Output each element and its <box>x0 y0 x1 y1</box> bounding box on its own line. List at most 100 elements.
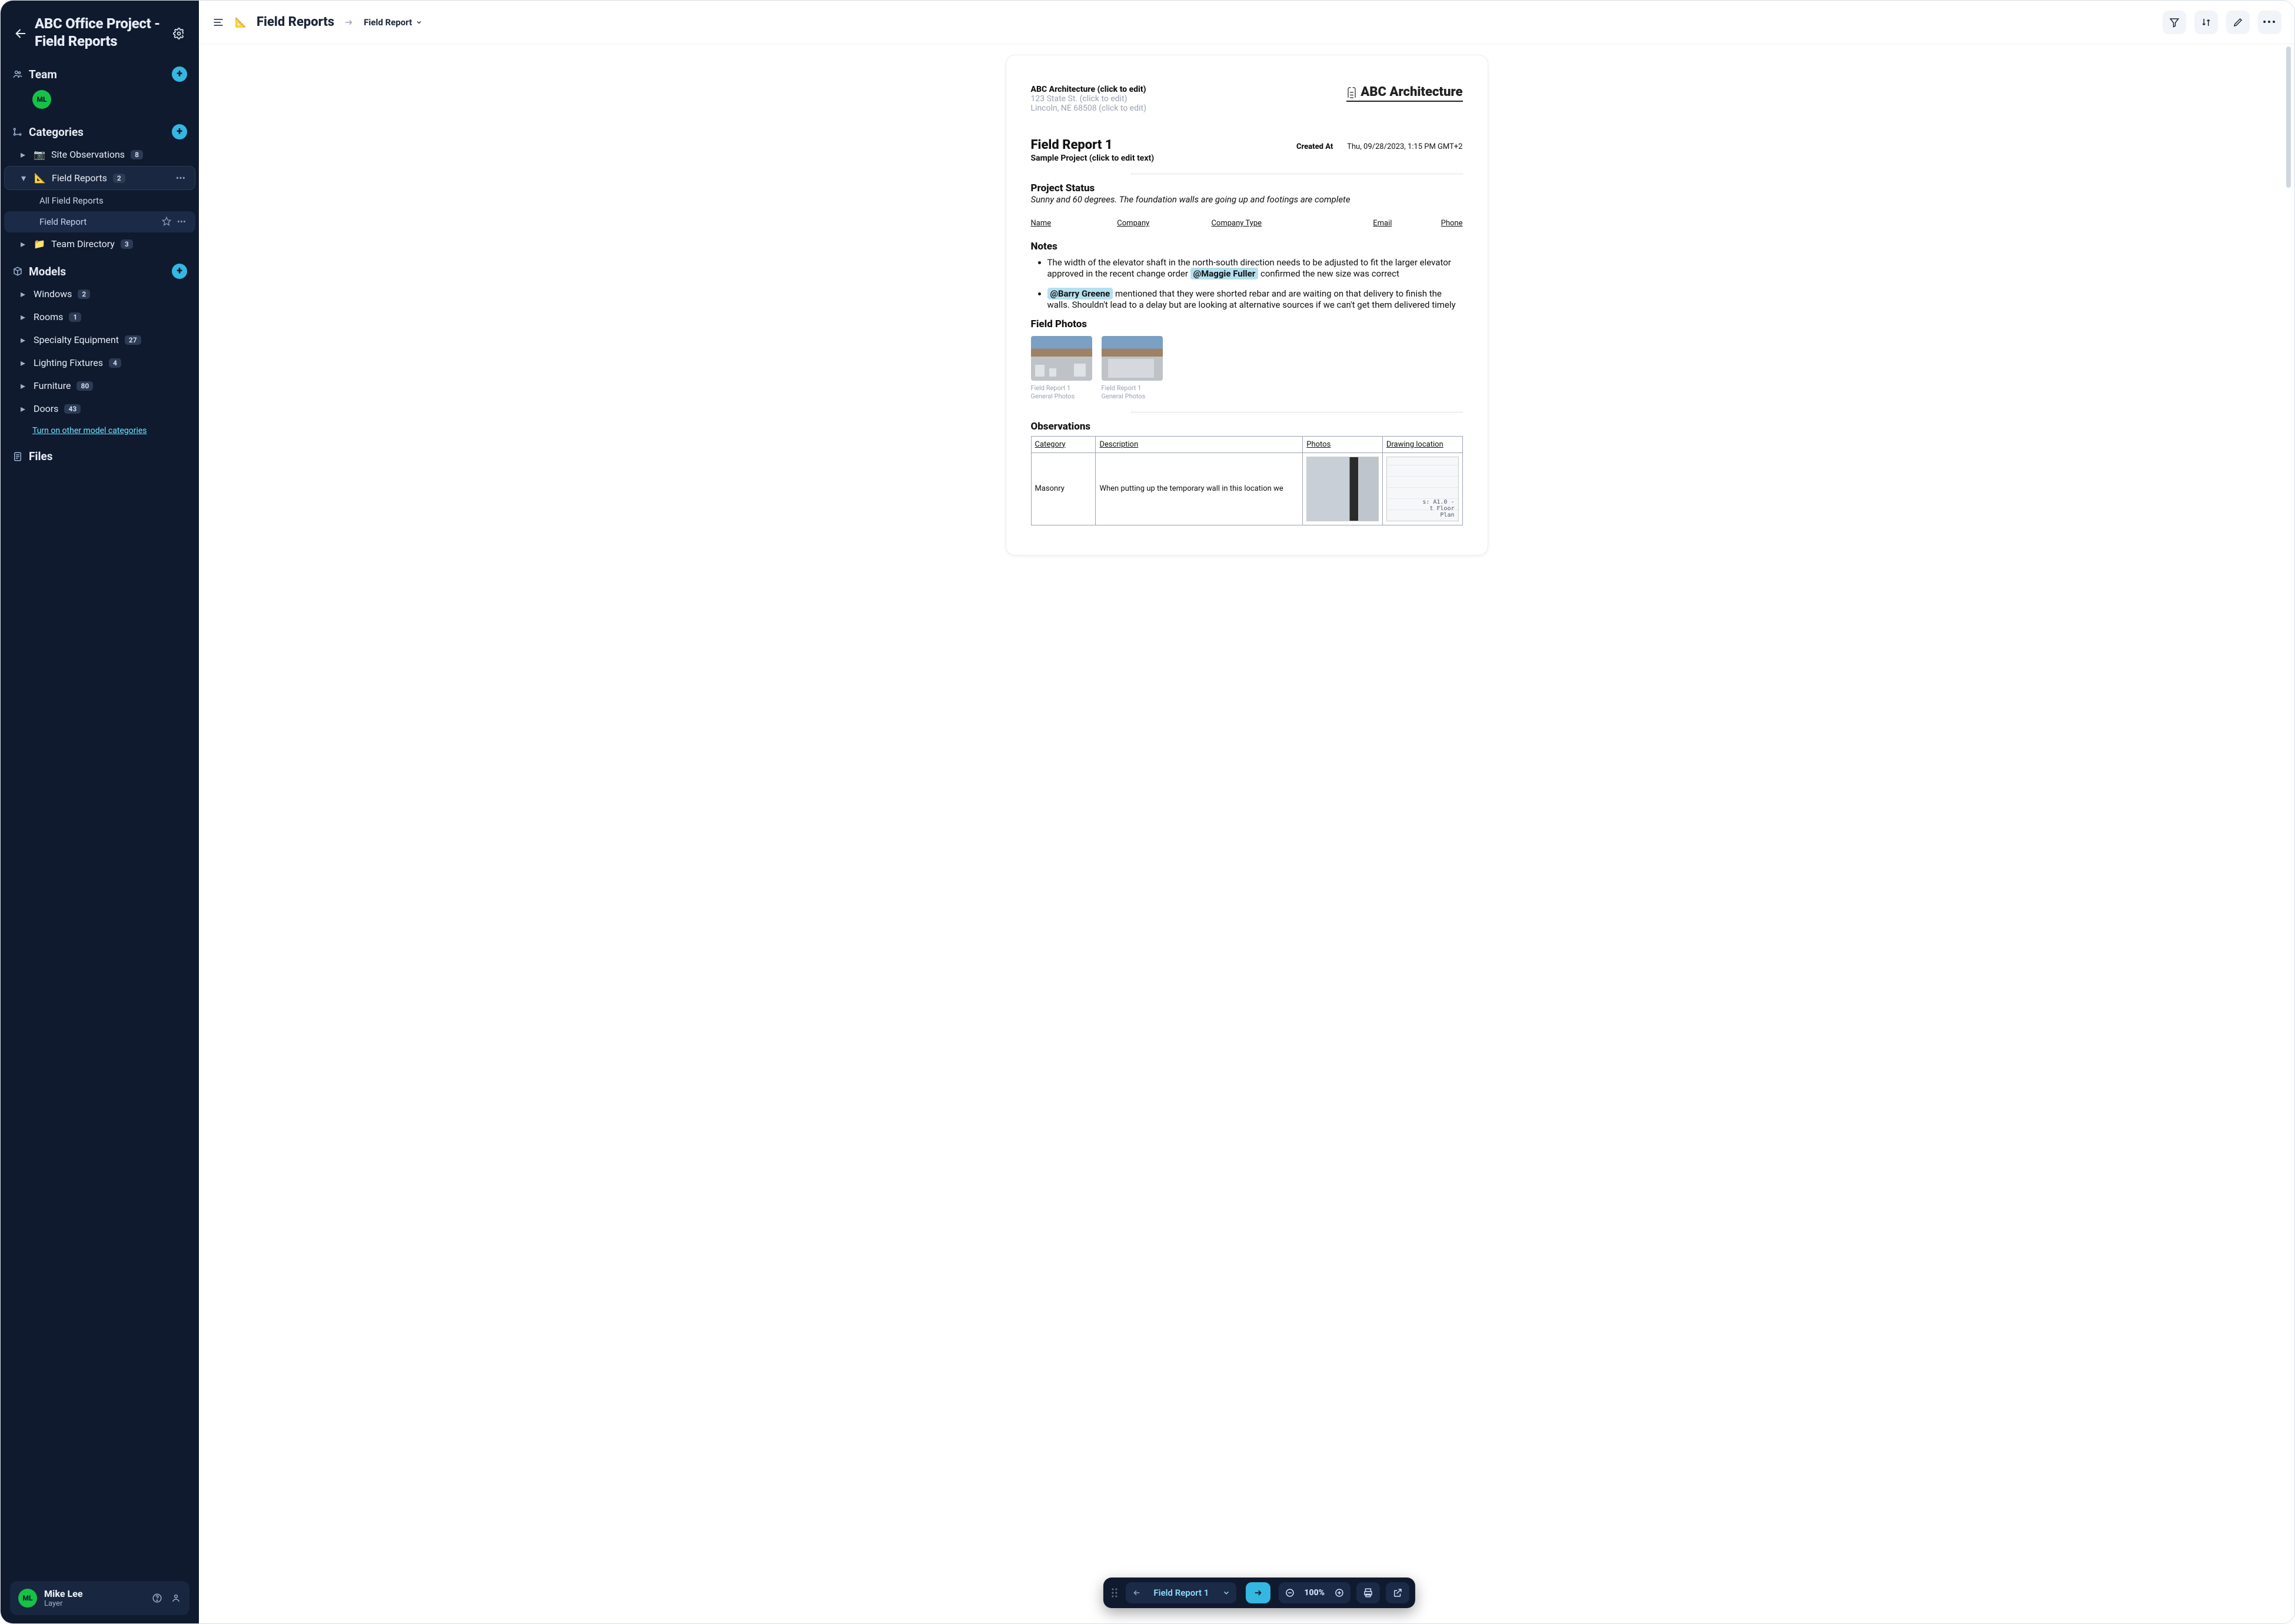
model-count-badge: 27 <box>125 335 141 345</box>
add-model-button[interactable]: + <box>172 264 187 279</box>
breadcrumb-icon: 📐 <box>234 16 247 29</box>
col-company-type: Company Type <box>1211 219 1321 228</box>
field-photo[interactable]: Field Report 1 General Photos <box>1102 336 1163 401</box>
col-phone: Phone <box>1392 219 1462 228</box>
observation-row[interactable]: Masonry When putting up the temporary wa… <box>1031 452 1462 525</box>
created-at-value: Thu, 09/28/2023, 1:15 PM GMT+2 <box>1347 142 1462 151</box>
photo-caption: Field Report 1 <box>1102 384 1163 392</box>
notes-list[interactable]: The width of the elevator shaft in the n… <box>1047 257 1463 310</box>
obs-category: Masonry <box>1031 452 1096 525</box>
category-field-reports[interactable]: ▾ 📐 Field Reports 2 ••• <box>4 166 195 190</box>
subitem-all-field-reports[interactable]: All Field Reports <box>4 190 195 211</box>
project-status-header: Project Status <box>1031 182 1463 194</box>
zoom-level[interactable]: 100% <box>1300 1582 1328 1603</box>
profile-icon[interactable] <box>171 1593 181 1603</box>
report-title[interactable]: Field Report 1 <box>1031 138 1155 152</box>
scrollbar-thumb[interactable] <box>2286 46 2291 188</box>
more-icon: ••• <box>2263 16 2277 28</box>
model-windows[interactable]: ▸ Windows 2 <box>4 282 195 305</box>
model-label: Windows <box>34 288 72 299</box>
sort-button[interactable] <box>2194 11 2218 34</box>
subitem-label: Field Report <box>39 217 87 227</box>
category-team-directory[interactable]: ▸ 📁 Team Directory 3 <box>4 232 195 255</box>
breadcrumb-root[interactable]: Field Reports <box>257 15 334 29</box>
report-subtitle[interactable]: Sample Project (click to edit text) <box>1031 154 1155 163</box>
model-rooms[interactable]: ▸ Rooms 1 <box>4 305 195 328</box>
category-site-observations[interactable]: ▸ 📷 Site Observations 8 <box>4 143 195 166</box>
printer-icon <box>1363 1588 1373 1598</box>
scrollbar[interactable] <box>2286 46 2292 1619</box>
photo-caption: Field Report 1 <box>1031 384 1092 392</box>
category-count-badge: 3 <box>121 239 133 249</box>
model-furniture[interactable]: ▸ Furniture 80 <box>4 374 195 397</box>
photo-thumbnail <box>1031 336 1092 381</box>
minus-circle-icon <box>1284 1588 1295 1598</box>
category-count-badge: 2 <box>113 174 125 183</box>
print-button[interactable] <box>1356 1582 1380 1603</box>
model-count-badge: 1 <box>69 312 81 322</box>
settings-button[interactable] <box>171 25 187 42</box>
col-email: Email <box>1321 219 1392 228</box>
star-icon[interactable] <box>162 217 171 227</box>
filter-button[interactable] <box>2163 11 2186 34</box>
categories-icon <box>12 127 23 137</box>
drag-handle-icon[interactable] <box>1109 1585 1119 1601</box>
filter-icon <box>2169 17 2180 28</box>
letterhead-address-1[interactable]: 123 State St. (click to edit) <box>1031 94 1147 104</box>
edit-button[interactable] <box>2226 11 2250 34</box>
field-photo[interactable]: Field Report 1 General Photos <box>1031 336 1092 401</box>
more-icon[interactable]: ••• <box>177 217 186 227</box>
zoom-out-button[interactable] <box>1278 1582 1300 1603</box>
sidebar-toggle-button[interactable] <box>212 16 225 29</box>
prev-record-button[interactable] <box>1125 1582 1148 1603</box>
project-title: ABC Office Project - Field Reports <box>35 15 165 50</box>
letterhead-company[interactable]: ABC Architecture (click to edit) <box>1031 85 1147 94</box>
subitem-field-report[interactable]: Field Report ••• <box>4 211 195 232</box>
user-card[interactable]: ML Mike Lee Layer <box>10 1581 189 1615</box>
zoom-in-button[interactable] <box>1328 1582 1351 1603</box>
model-lighting-fixtures[interactable]: ▸ Lighting Fixtures 4 <box>4 351 195 374</box>
note-item[interactable]: @Barry Greene mentioned that they were s… <box>1047 288 1463 310</box>
logo-text: ABC Architecture <box>1361 85 1462 99</box>
letterhead-address-2[interactable]: Lincoln, NE 68508 (click to edit) <box>1031 104 1147 113</box>
more-button[interactable]: ••• <box>2258 11 2281 34</box>
external-link-icon <box>1392 1588 1403 1598</box>
open-external-button[interactable] <box>1386 1582 1409 1603</box>
obs-photo-cell[interactable] <box>1303 452 1383 525</box>
model-specialty-equipment[interactable]: ▸ Specialty Equipment 27 <box>4 328 195 351</box>
chevron-right-icon: ▸ <box>21 238 28 249</box>
mention-chip[interactable]: @Maggie Fuller <box>1190 268 1259 279</box>
note-item[interactable]: The width of the elevator shaft in the n… <box>1047 257 1463 279</box>
add-category-button[interactable]: + <box>172 124 187 139</box>
observations-header: Observations <box>1031 421 1463 432</box>
logo-icon <box>1346 86 1357 99</box>
sort-icon <box>2201 17 2211 28</box>
mention-chip[interactable]: @Barry Greene <box>1047 288 1113 299</box>
more-icon[interactable]: ••• <box>176 172 185 184</box>
arrow-left-icon <box>1131 1588 1142 1598</box>
more-model-categories-link[interactable]: Turn on other model categories <box>1 420 199 441</box>
project-status-body[interactable]: Sunny and 60 degrees. The foundation wal… <box>1031 194 1463 205</box>
obs-col-category: Category <box>1031 436 1096 452</box>
drawing-label: s: A1.0 - t Floor Plan <box>1422 499 1454 518</box>
next-record-button[interactable] <box>1245 1582 1270 1603</box>
topbar: 📐 Field Reports Field Report <box>199 1 2294 44</box>
model-label: Specialty Equipment <box>34 334 119 345</box>
created-at-label: Created At <box>1296 142 1333 151</box>
model-doors[interactable]: ▸ Doors 43 <box>4 397 195 420</box>
main-panel: 📐 Field Reports Field Report <box>199 1 2294 1623</box>
obs-drawing-cell[interactable]: s: A1.0 - t Floor Plan <box>1382 452 1462 525</box>
help-icon[interactable] <box>152 1593 162 1603</box>
floating-toolbar: Field Report 1 100% <box>1103 1578 1415 1608</box>
back-button[interactable] <box>12 25 29 42</box>
team-member-avatar[interactable]: ML <box>32 90 51 109</box>
breadcrumb-leaf[interactable]: Field Report <box>364 17 423 28</box>
col-company: Company <box>1117 219 1211 228</box>
user-org: Layer <box>44 1599 83 1608</box>
user-name: Mike Lee <box>44 1588 83 1599</box>
record-selector[interactable]: Field Report 1 <box>1148 1582 1236 1603</box>
add-team-button[interactable]: + <box>172 66 187 82</box>
notes-header: Notes <box>1031 241 1463 252</box>
drawing-thumbnail: s: A1.0 - t Floor Plan <box>1386 457 1459 521</box>
document-canvas[interactable]: ABC Architecture (click to edit) 123 Sta… <box>199 44 2294 1623</box>
